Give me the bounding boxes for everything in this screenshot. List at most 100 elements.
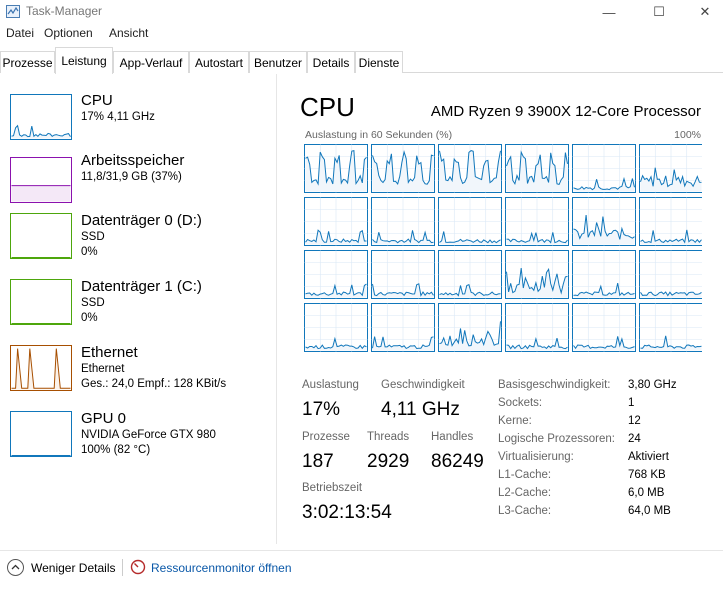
threads-value: 2929 — [367, 451, 410, 472]
sidebar-item-title: Datenträger 0 (D:) — [81, 212, 202, 229]
virtualization-label: Virtualisierung: — [498, 451, 574, 463]
l3-cache-value: 64,0 MB — [628, 505, 671, 517]
close-button[interactable]: ✕ — [682, 0, 723, 24]
graph-frame — [10, 94, 72, 140]
logical-processor-graph — [438, 303, 502, 352]
logical-processor-graph — [371, 144, 435, 193]
logical-processor-graph — [639, 197, 702, 246]
title-bar[interactable]: Task-Manager — ☐ ✕ — [0, 0, 723, 24]
logical-processor-graph — [304, 250, 368, 299]
graph-frame — [10, 411, 72, 457]
sidebar-item-detail: SSD — [81, 297, 105, 309]
logical-processor-graph — [371, 303, 435, 352]
speed-value: 4,11 GHz — [381, 399, 460, 420]
thumbnail-series — [10, 94, 72, 140]
logical-processor-graph — [572, 250, 636, 299]
cpu-thumbnail-graph — [10, 94, 72, 140]
tab-benutzer[interactable]: Benutzer — [249, 51, 307, 73]
thumbnail-series — [10, 213, 72, 259]
logical-processor-graph — [505, 250, 569, 299]
logical-processor-graph — [639, 303, 702, 352]
sidebar-item-memory[interactable]: Arbeitsspeicher 11,8/31,9 GB (37%) — [0, 150, 272, 216]
cpu-model-name: AMD Ryzen 9 3900X 12-Core Processor — [430, 103, 701, 120]
logical-processor-graph — [505, 197, 569, 246]
logical-processor-graph — [639, 250, 702, 299]
logical-processor-graph — [572, 144, 636, 193]
sidebar-item-detail: NVIDIA GeForce GTX 980 — [81, 429, 216, 441]
handles-value: 86249 — [431, 451, 484, 472]
resource-monitor-icon[interactable] — [130, 559, 146, 575]
logical-processor-graph — [505, 303, 569, 352]
thumbnail-series — [10, 279, 72, 325]
tab-dienste[interactable]: Dienste — [355, 51, 403, 73]
usage-area — [11, 185, 71, 202]
uptime-label: Betriebszeit — [302, 482, 363, 494]
sidebar-item-title: Ethernet — [81, 344, 138, 361]
logical-processor-graph — [438, 144, 502, 193]
logical-processor-graphs[interactable] — [304, 144, 702, 354]
fewer-details-button[interactable]: Weniger Details — [31, 561, 115, 575]
sidebar-item-disk-1[interactable]: Datenträger 1 (C:) SSD 0% — [0, 276, 272, 342]
sidebar-divider[interactable] — [276, 74, 277, 544]
l3-cache-label: L3-Cache: — [498, 505, 552, 517]
logical-processor-graph — [438, 250, 502, 299]
logical-processor-graph — [304, 303, 368, 352]
graph-frame — [10, 279, 72, 325]
sidebar-item-title: Datenträger 1 (C:) — [81, 278, 202, 295]
handles-label: Handles — [431, 431, 474, 443]
footer-separator — [122, 559, 123, 576]
chevron-up-icon[interactable] — [7, 559, 24, 576]
base-speed-value: 3,80 GHz — [628, 379, 677, 391]
l1-cache-label: L1-Cache: — [498, 469, 552, 481]
sidebar-item-detail: Ges.: 24,0 Empf.: 128 KBit/s — [81, 378, 227, 390]
sidebar-item-detail: Ethernet — [81, 363, 125, 375]
virtualization-value: Aktiviert — [628, 451, 669, 463]
graph-max-label: 100% — [674, 129, 701, 141]
resource-sidebar: CPU 17% 4,11 GHz Arbeitsspeicher 11,8/31… — [0, 74, 276, 544]
task-manager-app-icon — [6, 5, 20, 18]
logical-processor-graph — [438, 197, 502, 246]
sidebar-item-detail: 17% 4,11 GHz — [81, 111, 155, 123]
thumbnail-series — [10, 157, 72, 203]
tab-bar: Prozesse Leistung App-Verlauf Autostart … — [0, 47, 723, 74]
logical-processor-graph — [371, 197, 435, 246]
open-resource-monitor-link[interactable]: Ressourcenmonitor öffnen — [151, 561, 292, 575]
logical-processor-graph — [639, 144, 702, 193]
sockets-value: 1 — [628, 397, 635, 409]
minimize-button[interactable]: — — [586, 0, 632, 24]
threads-label: Threads — [367, 431, 410, 443]
graph-caption: Auslastung in 60 Sekunden (%) — [305, 129, 453, 141]
maximize-button[interactable]: ☐ — [636, 0, 682, 24]
sidebar-item-detail: 0% — [81, 246, 98, 258]
sidebar-item-cpu[interactable]: CPU 17% 4,11 GHz — [0, 84, 272, 150]
tab-app-verlauf[interactable]: App-Verlauf — [113, 51, 189, 73]
menu-optionen[interactable]: Optionen — [44, 26, 93, 40]
sidebar-item-disk-0[interactable]: Datenträger 0 (D:) SSD 0% — [0, 210, 272, 276]
page-title: CPU — [300, 92, 355, 122]
sidebar-item-detail: SSD — [81, 231, 105, 243]
menu-ansicht[interactable]: Ansicht — [109, 26, 148, 40]
menu-bar: Datei Optionen Ansicht — [0, 26, 723, 44]
logical-processor-graph — [304, 144, 368, 193]
sidebar-item-title: Arbeitsspeicher — [81, 152, 185, 169]
tab-autostart[interactable]: Autostart — [189, 51, 249, 73]
sidebar-item-title: GPU 0 — [81, 410, 127, 427]
cores-label: Kerne: — [498, 415, 532, 427]
sockets-label: Sockets: — [498, 397, 543, 409]
disk-1-thumbnail-graph — [10, 279, 72, 325]
speed-label: Geschwindigkeit — [381, 379, 465, 391]
l2-cache-label: L2-Cache: — [498, 487, 552, 499]
sidebar-item-detail: 11,8/31,9 GB (37%) — [81, 171, 182, 183]
processes-label: Prozesse — [302, 431, 350, 443]
tab-details[interactable]: Details — [307, 51, 355, 73]
sidebar-item-detail: 100% (82 °C) — [81, 444, 151, 456]
memory-thumbnail-graph — [10, 157, 72, 203]
menu-datei[interactable]: Datei — [6, 26, 34, 40]
tab-leistung[interactable]: Leistung — [55, 47, 113, 74]
sidebar-item-gpu-0[interactable]: GPU 0 NVIDIA GeForce GTX 980 100% (82 °C… — [0, 408, 272, 474]
tab-prozesse[interactable]: Prozesse — [0, 51, 55, 73]
uptime-value: 3:02:13:54 — [302, 502, 392, 523]
logical-processors-label: Logische Prozessoren: — [498, 433, 615, 445]
logical-processor-graph — [505, 144, 569, 193]
sidebar-item-ethernet[interactable]: Ethernet Ethernet Ges.: 24,0 Empf.: 128 … — [0, 342, 272, 408]
